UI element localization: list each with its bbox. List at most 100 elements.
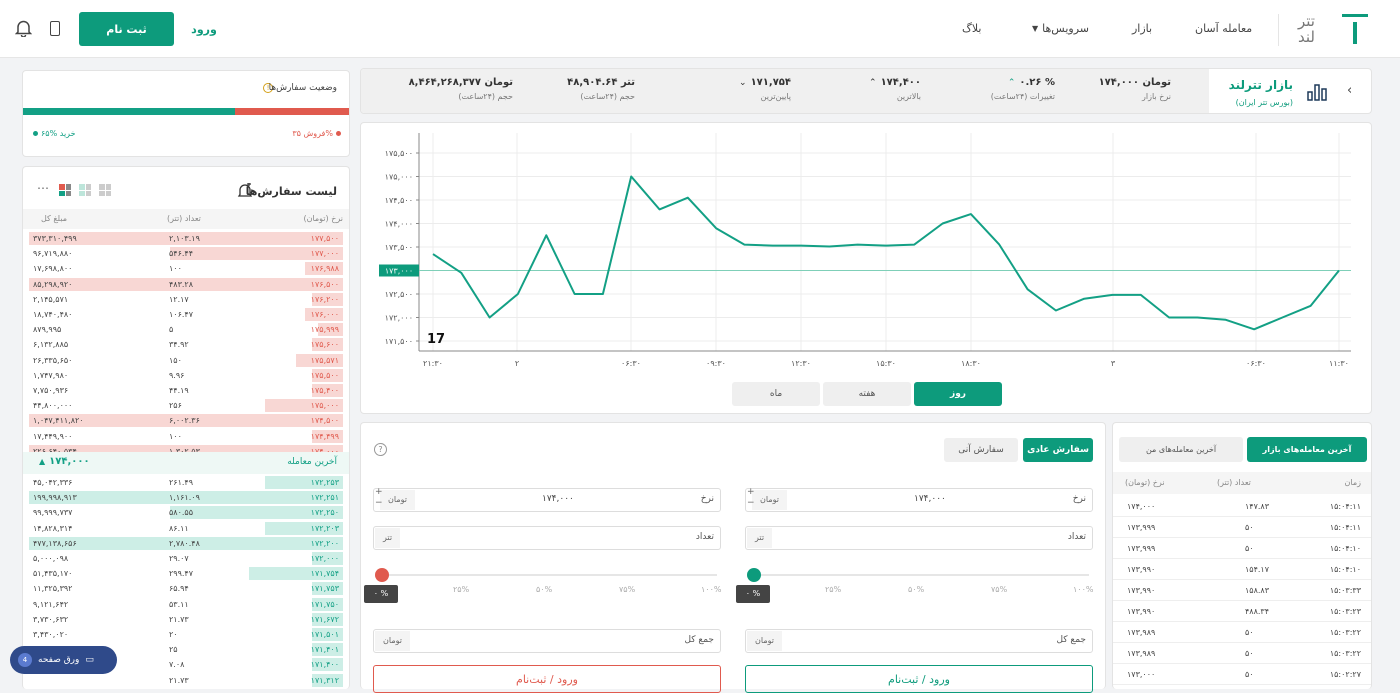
- market-stat-value: ۰.۲۶ %: [1019, 77, 1055, 88]
- page-turn-badge: 4: [18, 653, 32, 667]
- buy-mark-50[interactable]: ۵۰%: [908, 585, 924, 594]
- buy-order-row[interactable]: ۱۷۱,۷۵۴۲۹۹.۴۷۵۱,۴۳۵,۱۷۰: [29, 566, 343, 581]
- sell-order-row[interactable]: ۱۷۶,۵۰۰۴۸۳.۲۸۸۵,۲۹۸,۹۲۰: [29, 277, 343, 292]
- sell-mark-100[interactable]: ۱۰۰%: [701, 585, 722, 594]
- minus-icon[interactable]: −: [747, 498, 755, 509]
- sell-order-total: ۳۷۳,۳۱۰,۴۹۹: [33, 231, 77, 246]
- trades-header: زمان تعداد (تتر) نرخ (تومان): [1113, 472, 1371, 494]
- bar-chart-icon: [1307, 83, 1329, 101]
- sell-qty-input[interactable]: تعداد تتر: [373, 526, 721, 550]
- sell-mark-75[interactable]: ۷۵%: [619, 585, 635, 594]
- login-button[interactable]: ورود: [180, 12, 228, 46]
- sell-slider[interactable]: [377, 569, 717, 581]
- sell-order-qty: ۵: [169, 322, 173, 337]
- sell-orders-list: ۱۷۷,۵۰۰۲,۱۰۳.۱۹۳۷۳,۳۱۰,۴۹۹۱۷۷,۰۰۰۵۴۶.۴۴۹…: [29, 231, 343, 461]
- buy-order-row[interactable]: ۱۷۱,۳۱۲۲۱.۷۳: [29, 673, 343, 688]
- sell-order-qty: ۶,۰۰۲.۳۶: [169, 413, 200, 428]
- buy-order-row[interactable]: ۱۷۱,۶۷۲۲۱.۷۳۳,۷۳۰,۶۳۲: [29, 612, 343, 627]
- buy-order-row[interactable]: ۱۷۲,۲۵۰۵۸۰.۵۵۹۹,۹۹۹,۷۳۷: [29, 505, 343, 520]
- buy-stepper[interactable]: +−: [747, 487, 755, 509]
- sell-total-input[interactable]: جمع کل تومان: [373, 629, 721, 653]
- range-tab-day[interactable]: روز: [914, 382, 1002, 406]
- buy-order-price: ۱۷۲,۲۵۳: [311, 475, 339, 490]
- chevron-left-icon[interactable]: ‹: [1347, 83, 1352, 98]
- market-stat-0: ۱۷۴,۰۰۰ توماننرخ بازار: [1099, 77, 1171, 101]
- tab-my-trades[interactable]: آخرین معامله‌های من: [1119, 437, 1243, 462]
- sell-order-row[interactable]: ۱۷۶,۲۰۰۱۲.۱۷۲,۱۴۵,۵۷۱: [29, 292, 343, 307]
- buy-slider-handle[interactable]: [747, 568, 761, 582]
- buy-total-input[interactable]: جمع کل تومان: [745, 629, 1093, 653]
- sell-mark-25[interactable]: ۲۵%: [453, 585, 469, 594]
- tab-market-trades[interactable]: آخرین معامله‌های بازار: [1247, 437, 1367, 462]
- tab-normal-order[interactable]: سفارش عادی: [1023, 438, 1093, 462]
- sell-slider-handle[interactable]: [375, 568, 389, 582]
- help-icon[interactable]: ?: [374, 443, 387, 456]
- buy-mark-25[interactable]: ۲۵%: [825, 585, 841, 594]
- buy-order-row[interactable]: ۱۷۱,۷۵۰۵۳.۱۱۹,۱۲۱,۶۴۲: [29, 597, 343, 612]
- buy-order-row[interactable]: ۱۷۲,۰۰۰۲۹.۰۷۵,۰۰۰,۰۹۸: [29, 551, 343, 566]
- nav-link-market[interactable]: بازار: [1132, 22, 1152, 35]
- trade-time: ۱۵:۰۳:۲۲: [1330, 622, 1361, 643]
- price-chart[interactable]: ۱۷۵,۵۰۰۱۷۵,۰۰۰۱۷۴,۵۰۰۱۷۴,۰۰۰۱۷۳,۵۰۰۱۷۳,۰…: [361, 123, 1371, 375]
- minus-icon[interactable]: −: [375, 498, 383, 509]
- view-split-icon[interactable]: [59, 184, 71, 196]
- buy-order-row[interactable]: ۱۷۱,۷۵۳۶۵.۹۴۱۱,۳۲۵,۳۹۲: [29, 581, 343, 596]
- sell-order-row[interactable]: ۱۷۶,۹۸۸۱۰۰۱۷,۶۹۸,۸۰۰: [29, 261, 343, 276]
- sell-mark-50[interactable]: ۵۰%: [536, 585, 552, 594]
- more-options-icon[interactable]: ⋯: [37, 181, 49, 195]
- buy-price-input[interactable]: نرخ ۱۷۴,۰۰۰ تومان: [745, 488, 1093, 512]
- view-buy-icon[interactable]: [79, 184, 91, 196]
- buy-mark-75[interactable]: ۷۵%: [991, 585, 1007, 594]
- view-both-icon[interactable]: [99, 184, 111, 196]
- nav-link-blog[interactable]: بلاگ: [962, 22, 981, 35]
- buy-order-row[interactable]: ۱۷۲,۲۵۳۲۶۱.۴۹۴۵,۰۴۲,۳۳۶: [29, 475, 343, 490]
- buy-mark-100[interactable]: ۱۰۰%: [1073, 585, 1094, 594]
- nav-link-easy-trade[interactable]: معامله آسان: [1195, 22, 1252, 35]
- tab-instant-order[interactable]: سفارش آنی: [944, 438, 1018, 462]
- range-tab-month[interactable]: ماه: [732, 382, 820, 406]
- buy-order-qty: ۲۵: [169, 642, 178, 657]
- plus-icon[interactable]: +: [375, 487, 383, 498]
- buy-order-row[interactable]: ۱۷۱,۵۰۱۲۰۳,۴۳۰,۰۲۰: [29, 627, 343, 642]
- sell-order-row[interactable]: ۱۷۵,۰۰۰۲۵۶۴۴,۸۰۰,۰۰۰: [29, 398, 343, 413]
- trade-qty: ۱۵۴.۱۷: [1245, 559, 1269, 580]
- buy-order-total: ۱۱,۳۲۵,۳۹۲: [33, 581, 72, 596]
- mobile-app-icon[interactable]: [50, 21, 60, 36]
- recent-trades-card: آخرین معامله‌های بازار آخرین معامله‌های …: [1112, 422, 1372, 689]
- sell-order-row[interactable]: ۱۷۵,۶۰۰۳۴.۹۲۶,۱۳۲,۸۸۵: [29, 337, 343, 352]
- sell-order-row[interactable]: ۱۷۶,۰۰۰۱۰۶.۴۷۱۸,۷۴۰,۴۸۰: [29, 307, 343, 322]
- trade-time: ۱۵:۰۴:۱۰: [1330, 538, 1361, 559]
- logo-mark-icon: [1342, 14, 1368, 44]
- sell-order-total: ۸۵,۲۹۸,۹۲۰: [33, 277, 72, 292]
- sell-order-row[interactable]: ۱۷۵,۴۰۰۴۴.۱۹۷,۷۵۰,۹۳۶: [29, 383, 343, 398]
- sell-stepper[interactable]: +−: [375, 487, 383, 509]
- sell-order-row[interactable]: ۱۷۵,۹۹۹۵۸۷۹,۹۹۵: [29, 322, 343, 337]
- notification-bell-icon[interactable]: [15, 19, 32, 37]
- x-tick-label: ۲۱:۳۰: [423, 359, 443, 368]
- buy-qty-input[interactable]: تعداد تتر: [745, 526, 1093, 550]
- sell-order-row[interactable]: ۱۷۵,۵۰۰۹.۹۶۱,۷۴۷,۹۸۰: [29, 368, 343, 383]
- sell-order-row[interactable]: ۱۷۷,۵۰۰۲,۱۰۳.۱۹۳۷۳,۳۱۰,۴۹۹: [29, 231, 343, 246]
- buy-slider[interactable]: [749, 569, 1089, 581]
- buy-order-row[interactable]: ۱۷۲,۲۰۰۲,۷۸۰.۴۸۴۷۷,۱۳۸,۶۵۶: [29, 536, 343, 551]
- bell-plus-icon[interactable]: [237, 183, 253, 199]
- sell-order-row[interactable]: ۱۷۷,۰۰۰۵۴۶.۴۴۹۶,۷۱۹,۸۸۰: [29, 246, 343, 261]
- sell-order-row[interactable]: ۱۷۴,۴۹۹۱۰۰۱۷,۴۴۹,۹۰۰: [29, 429, 343, 444]
- trades-list: ۱۵:۰۴:۱۱۱۴۷.۸۳۱۷۴,۰۰۰۱۵:۰۴:۱۱۵۰۱۷۳,۹۹۹۱۵…: [1113, 496, 1371, 689]
- plus-icon[interactable]: +: [747, 487, 755, 498]
- sell-order-row[interactable]: ۱۷۵,۵۷۱۱۵۰۲۶,۳۳۵,۶۵۰: [29, 353, 343, 368]
- last-trade-bar[interactable]: آخرین معامله ▲ ۱۷۴,۰۰۰: [23, 452, 349, 474]
- sell-price-input[interactable]: نرخ ۱۷۴,۰۰۰ تومان: [373, 488, 721, 512]
- brand-logo[interactable]: تتر لند: [1298, 12, 1378, 46]
- buy-order-row[interactable]: ۱۷۲,۲۰۳۸۶.۱۱۱۴,۸۲۸,۳۱۴: [29, 521, 343, 536]
- sell-order-price: ۱۷۶,۹۸۸: [311, 261, 339, 276]
- signup-button[interactable]: ثبت نام: [79, 12, 174, 46]
- buy-order-row[interactable]: ۱۷۲,۲۵۱۱,۱۶۱.۰۹۱۹۹,۹۹۸,۹۱۳: [29, 490, 343, 505]
- sell-order-row[interactable]: ۱۷۴,۵۰۰۶,۰۰۲.۳۶۱,۰۴۷,۴۱۱,۸۲۰: [29, 413, 343, 428]
- page-turn-button[interactable]: 4 ورق صفحه ▭: [10, 646, 117, 674]
- nav-link-services[interactable]: ▼ سرویس‌ها: [1032, 22, 1089, 35]
- x-tick-label: ۰۶:۳۰: [621, 359, 641, 368]
- range-tab-week[interactable]: هفته: [823, 382, 911, 406]
- order-book-card: لیست سفارش‌ها ⋯ نرخ (تومان) تعداد (تتر) …: [22, 166, 350, 689]
- trade-row: ۱۵:۰۴:۱۱۵۰۱۷۳,۹۹۹: [1113, 517, 1371, 538]
